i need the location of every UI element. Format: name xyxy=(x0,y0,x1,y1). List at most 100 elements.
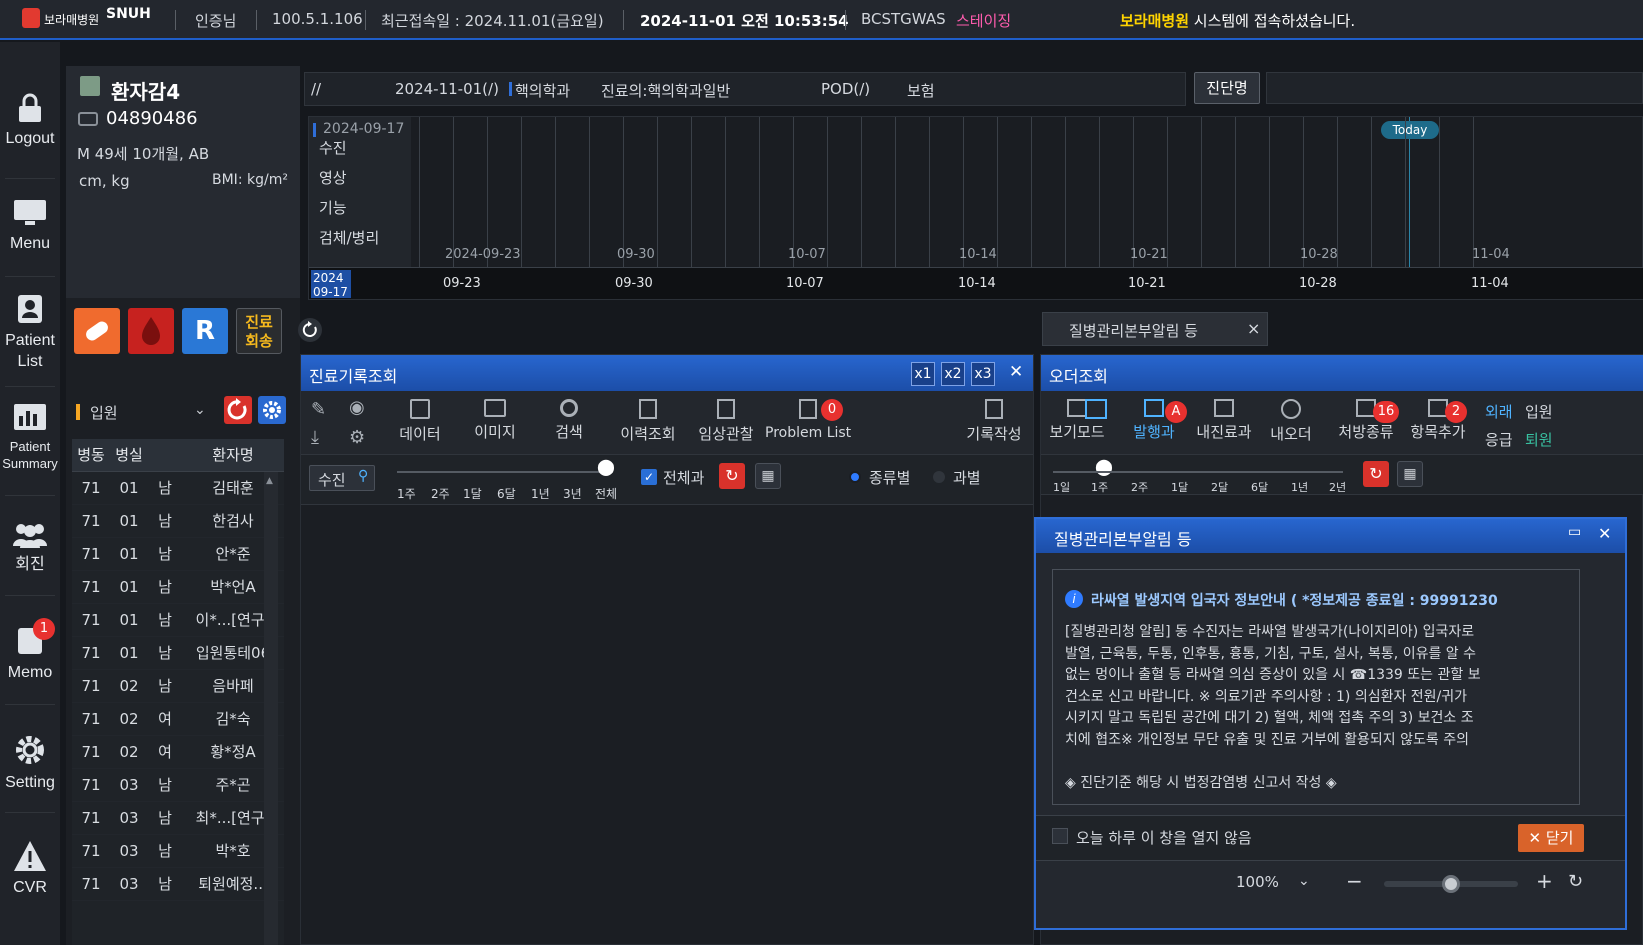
table-row[interactable]: 71 03 남 주*곤 xyxy=(72,768,284,802)
by-dept-radio[interactable] xyxy=(933,471,945,483)
dialog-close-button[interactable]: ✕ 닫기 xyxy=(1518,824,1584,852)
range-slider-track[interactable] xyxy=(397,471,613,473)
range-option[interactable]: 1년 xyxy=(531,485,550,502)
rounds-label: 회진 xyxy=(15,556,45,573)
order-range-option[interactable]: 1년 xyxy=(1291,479,1308,495)
zoom-slider[interactable] xyxy=(1384,875,1518,893)
cell-sex: 남 xyxy=(148,636,182,670)
order-range-option[interactable]: 2년 xyxy=(1329,479,1346,495)
inpatient-toggle[interactable]: 입원 xyxy=(1525,401,1553,422)
ward-select[interactable]: 입원 ⌄ xyxy=(76,402,212,424)
maximize-icon[interactable]: ▭ xyxy=(1568,524,1581,540)
order-range-option[interactable]: 2달 xyxy=(1211,479,1228,495)
list-icon[interactable] xyxy=(1085,399,1107,419)
my-order-button[interactable]: 내오더 xyxy=(1263,399,1319,444)
calendar-icon[interactable]: ▦ xyxy=(1397,461,1423,487)
zoom-slider-thumb[interactable] xyxy=(1442,875,1460,893)
table-row[interactable]: 71 03 남 최*...[연구] xyxy=(72,801,284,835)
discharge-toggle[interactable]: 퇴원 xyxy=(1525,429,1553,450)
range-option[interactable]: 1주 xyxy=(397,485,416,502)
menu-button[interactable]: Menu xyxy=(0,197,60,254)
dont-show-checkbox[interactable] xyxy=(1052,828,1068,844)
timeline-scroller[interactable]: 2024 09-17 09-23 09-30 10-07 10-14 10-21 10-2… xyxy=(309,267,1643,299)
table-row[interactable]: 71 02 여 김*숙 xyxy=(72,702,284,736)
r-button[interactable]: R xyxy=(182,308,228,354)
calendar-icon[interactable]: ▦ xyxy=(755,463,781,489)
patient-list-button[interactable]: Patient List xyxy=(0,292,60,372)
gear-icon[interactable]: ⚙ xyxy=(349,427,365,448)
close-icon[interactable]: ✕ xyxy=(1598,524,1611,543)
diagnosis-button[interactable]: 진단명 xyxy=(1194,72,1260,104)
all-dept-checkbox[interactable]: ✓ xyxy=(641,469,657,485)
memo-button[interactable]: 1 Memo xyxy=(0,618,60,683)
timeline-scroll-thumb[interactable]: 2024 09-17 xyxy=(311,270,351,299)
order-range-option[interactable]: 2주 xyxy=(1131,479,1148,495)
zoom-x1-button[interactable]: x1 xyxy=(911,362,935,386)
order-range-handle[interactable]: ⬤ xyxy=(1095,457,1113,476)
filter-select[interactable]: 수진 ⚲ xyxy=(309,465,375,491)
write-record-button[interactable]: 기록작성 xyxy=(961,399,1027,444)
range-option[interactable]: 6달 xyxy=(497,485,516,502)
blood-button[interactable] xyxy=(128,308,174,354)
zoom-level[interactable]: 100% xyxy=(1236,873,1279,891)
search-button[interactable]: 검색 xyxy=(549,399,589,442)
cvr-button[interactable]: CVR xyxy=(0,839,60,898)
table-row[interactable]: 71 01 남 안*준 xyxy=(72,537,284,571)
image-button[interactable]: 이미지 xyxy=(467,399,523,442)
data-button[interactable]: 데이터 xyxy=(395,399,445,444)
records-refresh-button[interactable]: ↻ xyxy=(719,463,745,489)
grid-line xyxy=(1439,117,1440,267)
history-button[interactable]: 이력조회 xyxy=(615,399,681,444)
table-row[interactable]: 71 03 남 퇴원예정... xyxy=(72,867,284,901)
clinical-observation-button[interactable]: 임상관찰 xyxy=(693,399,759,444)
order-range-option[interactable]: 1달 xyxy=(1171,479,1188,495)
chevron-down-icon[interactable]: ⌄ xyxy=(1298,873,1310,889)
close-icon[interactable]: ✕ xyxy=(1009,362,1023,382)
refresh-icon[interactable]: ↻ xyxy=(1568,871,1583,892)
table-row[interactable]: 71 02 여 황*정A xyxy=(72,735,284,769)
table-row[interactable]: 71 01 남 한검사 xyxy=(72,504,284,538)
order-range-option[interactable]: 6달 xyxy=(1251,479,1268,495)
reply-transfer-button[interactable]: 진료 회송 xyxy=(236,308,282,354)
alert-tab[interactable]: 질병관리본부알림 등 × xyxy=(1042,312,1268,346)
logout-button[interactable]: Logout xyxy=(0,92,60,149)
range-option[interactable]: 1달 xyxy=(463,485,482,502)
refresh-button[interactable] xyxy=(224,396,252,424)
table-row[interactable]: 71 01 남 박*언A xyxy=(72,570,284,604)
my-dept-button[interactable]: 내진료과 xyxy=(1189,399,1259,442)
table-row[interactable]: 71 01 남 이*...[연구] xyxy=(72,603,284,637)
range-option[interactable]: 전체 xyxy=(595,485,617,502)
order-refresh-button[interactable]: ↻ xyxy=(1363,461,1389,487)
range-option[interactable]: 3년 xyxy=(563,485,582,502)
diagnosis-field[interactable] xyxy=(1266,72,1643,104)
order-range-track[interactable] xyxy=(1053,471,1343,473)
rounds-button[interactable]: 회진 xyxy=(0,520,60,575)
by-type-radio[interactable] xyxy=(849,471,861,483)
camera-icon[interactable] xyxy=(78,112,98,126)
download-icon[interactable]: ⤓ xyxy=(311,427,319,448)
timeline-refresh-button[interactable] xyxy=(298,318,322,342)
range-option[interactable]: 2주 xyxy=(431,485,450,502)
eye-icon[interactable]: ◉ xyxy=(349,397,365,418)
table-row[interactable]: 71 01 남 김태훈 xyxy=(72,471,284,505)
table-row[interactable]: 71 02 남 음바페 xyxy=(72,669,284,703)
range-slider-handle[interactable]: ⬤ xyxy=(597,457,615,476)
scroll-up-icon[interactable]: ▲ xyxy=(266,476,273,486)
patient-list-scrollbar[interactable]: ▲ xyxy=(264,472,278,945)
list-settings-button[interactable] xyxy=(258,396,286,424)
patient-summary-button[interactable]: Patient Summary xyxy=(0,402,60,472)
table-row[interactable]: 71 01 남 입원통테06 xyxy=(72,636,284,670)
outpatient-toggle[interactable]: 외래 xyxy=(1485,401,1513,422)
setting-button[interactable]: Setting xyxy=(0,732,60,793)
emergency-toggle[interactable]: 응급 xyxy=(1485,429,1513,450)
order-range-option[interactable]: 1일 xyxy=(1053,479,1070,495)
table-row[interactable]: 71 03 남 박*호 xyxy=(72,834,284,868)
zoom-x3-button[interactable]: x3 xyxy=(971,362,995,386)
pencil-icon[interactable]: ✎ xyxy=(311,399,326,420)
zoom-in-button[interactable]: + xyxy=(1536,869,1553,893)
allergy-button[interactable] xyxy=(74,308,120,354)
zoom-x2-button[interactable]: x2 xyxy=(941,362,965,386)
order-range-option[interactable]: 1주 xyxy=(1091,479,1108,495)
close-icon[interactable]: × xyxy=(1247,319,1260,338)
zoom-out-button[interactable]: − xyxy=(1346,869,1363,893)
